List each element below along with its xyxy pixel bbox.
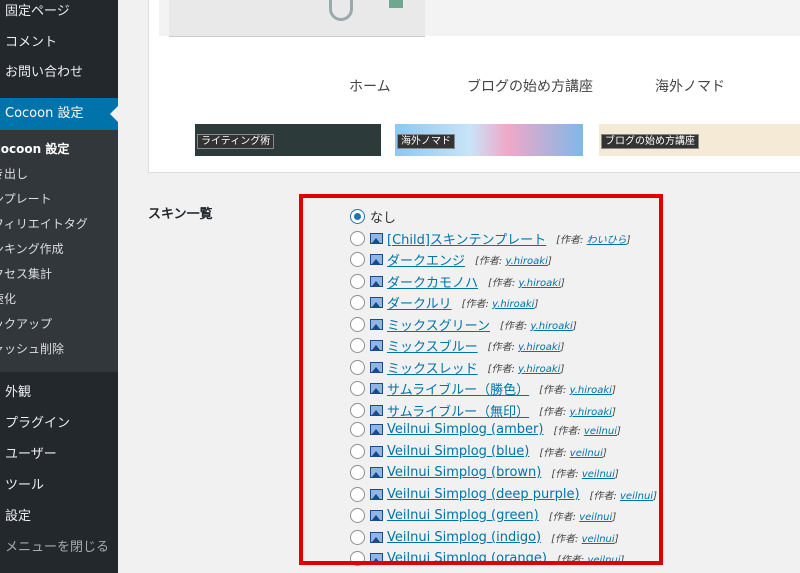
binder-ring-graphic xyxy=(329,0,353,21)
submenu-item-cache-clear[interactable]: ャッシュ削除 xyxy=(0,341,64,357)
sidebar-item-label: コメント xyxy=(5,35,58,50)
thumbnail-caption: ブログの始め方講座 xyxy=(601,134,699,149)
sidebar-item-label: ツール xyxy=(5,478,45,493)
skin-preview-panel: ホーム ブログの始め方講座 海外ノマド ライティング術 海外ノマド ブログの始め… xyxy=(148,0,800,173)
thumbnail-caption: ライティング術 xyxy=(197,134,275,149)
sidebar-item-users[interactable]: ユーザー xyxy=(0,440,118,470)
preview-header-image xyxy=(169,0,425,37)
submenu-item-access-stats[interactable]: クセス集計 xyxy=(0,266,52,282)
main-content: ホーム ブログの始め方講座 海外ノマド ライティング術 海外ノマド ブログの始め… xyxy=(118,0,800,573)
collapse-menu-button[interactable]: メニューを閉じる xyxy=(0,533,118,563)
submenu-item-speedup[interactable]: 速化 xyxy=(0,291,16,307)
highlight-box xyxy=(299,194,663,565)
sidebar-item-cocoon-settings[interactable]: Cocoon 設定 xyxy=(0,98,118,130)
sidebar-item-label: Cocoon 設定 xyxy=(5,106,84,121)
submenu-item-backup[interactable]: ックアップ xyxy=(0,316,52,332)
sidebar-item-contact[interactable]: お問い合わせ xyxy=(0,58,118,88)
collapse-menu-label: メニューを閉じる xyxy=(5,540,110,555)
sidebar-item-settings[interactable]: 設定 xyxy=(0,502,118,532)
skin-list-label: スキン一覧 xyxy=(148,207,213,222)
preview-thumbnail: 海外ノマド xyxy=(395,124,583,156)
decorative-tab-graphic xyxy=(389,0,403,8)
sidebar-item-plugins[interactable]: プラグイン xyxy=(0,409,118,439)
submenu-item-affiliate-tag[interactable]: フィリエイトタグ xyxy=(0,216,88,232)
submenu-item-cocoon-settings[interactable]: Cocoon 設定 xyxy=(0,141,69,157)
sidebar-item-label: ユーザー xyxy=(5,447,57,462)
sidebar-item-label: 固定ページ xyxy=(5,4,70,19)
preview-thumbnail: ライティング術 xyxy=(195,124,381,156)
preview-header-area xyxy=(159,0,800,37)
preview-nav-home: ホーム xyxy=(349,79,391,95)
submenu-item-speech-balloon[interactable]: き出し xyxy=(0,166,28,182)
sidebar-item-comments[interactable]: コメント xyxy=(0,28,118,58)
preview-nav-nomad: 海外ノマド xyxy=(655,79,725,95)
submenu-item-template[interactable]: ンプレート xyxy=(0,191,52,207)
sidebar-item-label: 設定 xyxy=(5,509,32,524)
thumbnail-caption: 海外ノマド xyxy=(397,134,455,149)
sidebar-item-appearance[interactable]: 外観 xyxy=(0,378,118,408)
sidebar-item-tools[interactable]: ツール xyxy=(0,471,118,501)
sidebar-item-label: 外観 xyxy=(5,385,32,400)
sidebar-item-label: お問い合わせ xyxy=(5,65,84,80)
sidebar-item-pages[interactable]: 固定ページ xyxy=(0,0,118,27)
admin-sidebar: 固定ページ コメント お問い合わせ Cocoon 設定 Cocoon 設定 き出… xyxy=(0,0,118,573)
active-indicator xyxy=(110,106,118,122)
sidebar-item-label: プラグイン xyxy=(5,416,71,431)
preview-thumbnail: ブログの始め方講座 xyxy=(599,124,800,156)
preview-nav-blog-course: ブログの始め方講座 xyxy=(467,79,593,95)
sidebar-submenu: Cocoon 設定 き出し ンプレート フィリエイトタグ ンキング作成 クセス集… xyxy=(0,130,118,372)
submenu-item-ranking[interactable]: ンキング作成 xyxy=(0,241,64,257)
